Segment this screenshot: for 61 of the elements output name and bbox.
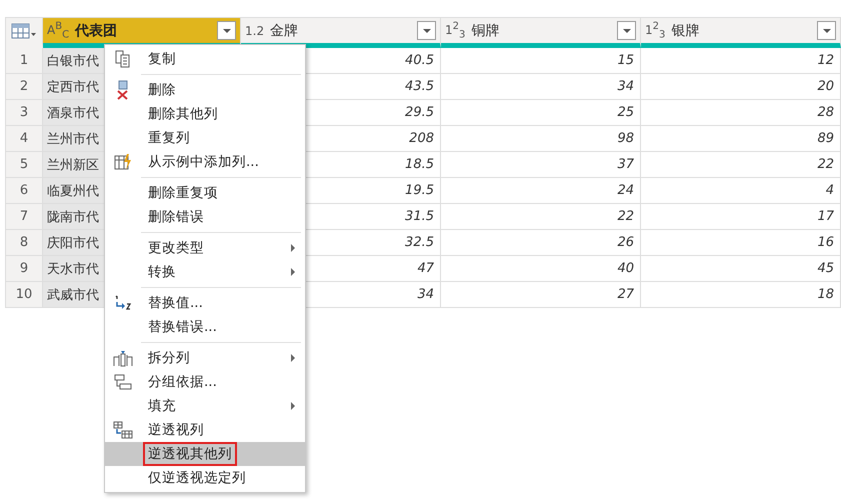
column-header[interactable]: A$^{B}$$_{C}$ 代表团: [43, 17, 241, 48]
table-cell: 37: [441, 152, 641, 178]
dropdown-button[interactable]: [817, 21, 836, 40]
table-cell: 22: [641, 152, 841, 178]
submenu-arrow-icon: [291, 354, 295, 362]
row-number: 5: [6, 152, 43, 178]
dropdown-button[interactable]: [217, 21, 236, 40]
table-cell: 40: [441, 256, 641, 282]
submenu-arrow-icon: [291, 402, 295, 410]
table-cell: 98: [441, 126, 641, 152]
table-cell: 17: [641, 204, 841, 230]
table-cell: 28: [641, 100, 841, 126]
row-number: 8: [6, 230, 43, 256]
split-column-icon: [113, 349, 133, 367]
table-cell: 27: [441, 282, 641, 308]
table-cell: 25: [441, 100, 641, 126]
column-name: 金牌: [270, 22, 300, 40]
type-label: 1.2: [245, 24, 264, 38]
menu-item[interactable]: 逆透视其他列: [105, 442, 305, 466]
table-cell: 15: [441, 48, 641, 74]
table-cell: 45: [641, 256, 841, 282]
submenu-arrow-icon: [291, 268, 295, 276]
row-number: 6: [6, 178, 43, 204]
column-header[interactable]: 1$^{2}$$_{3}$ 铜牌: [441, 17, 641, 48]
column-header[interactable]: 1.2 金牌: [241, 17, 441, 48]
table-cell: 89: [641, 126, 841, 152]
row-number: 1: [6, 48, 43, 74]
copy-icon: [115, 50, 131, 68]
table-icon[interactable]: [11, 22, 37, 38]
table-cell: 12: [641, 48, 841, 74]
column-name: 铜牌: [471, 22, 500, 40]
menu-item[interactable]: 分组依据...: [105, 370, 305, 394]
menu-item[interactable]: 拆分列: [105, 346, 305, 370]
column-header[interactable]: 1$^{2}$$_{3}$ 银牌: [641, 17, 841, 48]
table-cell: 26: [441, 230, 641, 256]
row-number: 9: [6, 256, 43, 282]
submenu-arrow-icon: [291, 244, 295, 252]
row-number: 2: [6, 74, 43, 100]
row-number: 3: [6, 100, 43, 126]
column-name: 银牌: [671, 22, 700, 40]
menu-item[interactable]: 逆透视列: [105, 418, 305, 442]
unpivot-icon: [113, 421, 133, 439]
dropdown-button[interactable]: [617, 21, 636, 40]
column-name: 代表团: [75, 22, 118, 40]
table-cell: 18: [641, 282, 841, 308]
dropdown-button[interactable]: [417, 21, 436, 40]
menu-item[interactable]: 填充: [105, 394, 305, 418]
table-cell: 4: [641, 178, 841, 204]
menu-item[interactable]: 替换错误...: [105, 315, 305, 339]
menu-item[interactable]: 仅逆透视选定列: [105, 466, 305, 490]
row-number: 10: [6, 282, 43, 308]
replace-arrow-icon: [114, 295, 132, 311]
table-cell: 16: [641, 230, 841, 256]
table-cell: 34: [441, 74, 641, 100]
group-icon: [114, 374, 132, 390]
table-cell: 24: [441, 178, 641, 204]
add-column-icon: [114, 153, 132, 171]
row-number: 7: [6, 204, 43, 230]
table-cell: 22: [441, 204, 641, 230]
row-number: 4: [6, 126, 43, 152]
table-cell: 20: [641, 74, 841, 100]
